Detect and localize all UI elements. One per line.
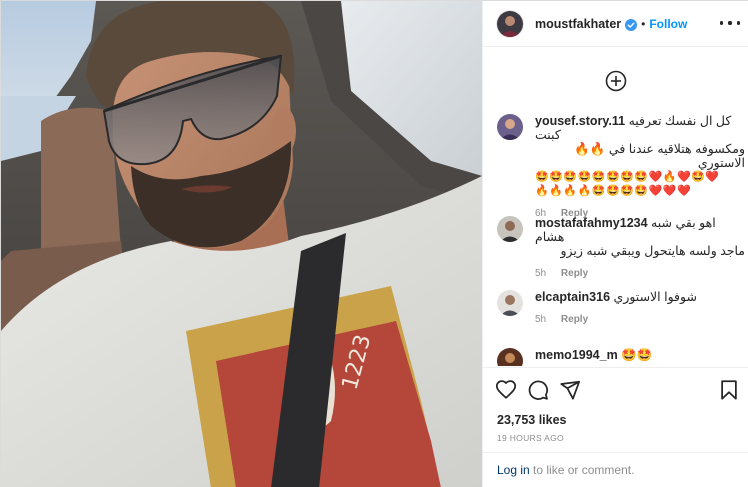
- likes-count[interactable]: 23,753 likes: [497, 413, 567, 427]
- comment-username[interactable]: memo1994_m: [535, 348, 618, 362]
- post-date[interactable]: 19 HOURS AGO: [497, 433, 564, 443]
- reply-button[interactable]: Reply: [561, 268, 588, 279]
- comment-emojis: 🤩🤩: [621, 348, 653, 362]
- more-options-icon[interactable]: [720, 15, 740, 31]
- author-username[interactable]: moustfakhater: [535, 17, 621, 31]
- comment-text: ماجد ولسه هايتحول ويبقي شبه زيزو: [560, 244, 745, 258]
- login-link[interactable]: Log in: [497, 463, 530, 477]
- comment-time: 5h: [535, 314, 547, 325]
- follow-button[interactable]: Follow: [649, 17, 687, 31]
- share-icon[interactable]: [559, 379, 581, 401]
- comment-text: ومكسوفه هتلاقيه عندنا في الاستوري: [608, 142, 745, 170]
- comment-username[interactable]: elcaptain316: [535, 290, 610, 304]
- comment-text: شوفوا الاستوري: [613, 290, 697, 304]
- login-prompt: Log in to like or comment.: [483, 452, 748, 487]
- comment-meta: 5h Reply: [535, 314, 745, 325]
- bookmark-icon[interactable]: [718, 379, 740, 401]
- post-header: moustfakhater • Follow: [483, 1, 748, 47]
- post-side-panel: moustfakhater • Follow yousef.story.11 ك…: [482, 1, 748, 487]
- comment-meta: 5h Reply: [535, 268, 745, 279]
- commenter-avatar[interactable]: [497, 290, 523, 316]
- comment-username[interactable]: yousef.story.11: [535, 114, 625, 128]
- comment-icon[interactable]: [527, 379, 549, 401]
- load-more-comments-icon[interactable]: [605, 70, 627, 92]
- header-separator: •: [641, 16, 646, 31]
- author-avatar[interactable]: [497, 10, 523, 37]
- commenter-avatar[interactable]: [497, 114, 523, 140]
- commenter-avatar[interactable]: [497, 216, 523, 242]
- selfie-in-car-image: 1223: [1, 1, 482, 487]
- comment-time: 5h: [535, 268, 547, 279]
- verified-badge-icon: [625, 18, 638, 31]
- post-photo[interactable]: 1223: [1, 1, 482, 487]
- comment-emojis: 🔥🔥🔥🔥🤩🤩🤩🤩❤️❤️❤️: [535, 185, 692, 197]
- comment-emojis: 🤩🤩🤩🤩🤩🤩🤩🤩❤️🔥❤️🤩❤️: [535, 171, 720, 183]
- post-actions: [483, 367, 748, 415]
- login-suffix: to like or comment.: [529, 463, 635, 477]
- post-dialog: 1223 moustfakhater • Follow yousef.story…: [0, 0, 748, 487]
- heart-icon[interactable]: [495, 379, 517, 401]
- comment-emojis: 🔥🔥: [574, 142, 606, 156]
- commenter-avatar[interactable]: [497, 348, 523, 366]
- reply-button[interactable]: Reply: [561, 314, 588, 325]
- comment-username[interactable]: mostafafahmy1234: [535, 216, 648, 230]
- comments-list[interactable]: yousef.story.11 كل ال نفسك تعرفيه كبنت 🔥…: [483, 48, 748, 366]
